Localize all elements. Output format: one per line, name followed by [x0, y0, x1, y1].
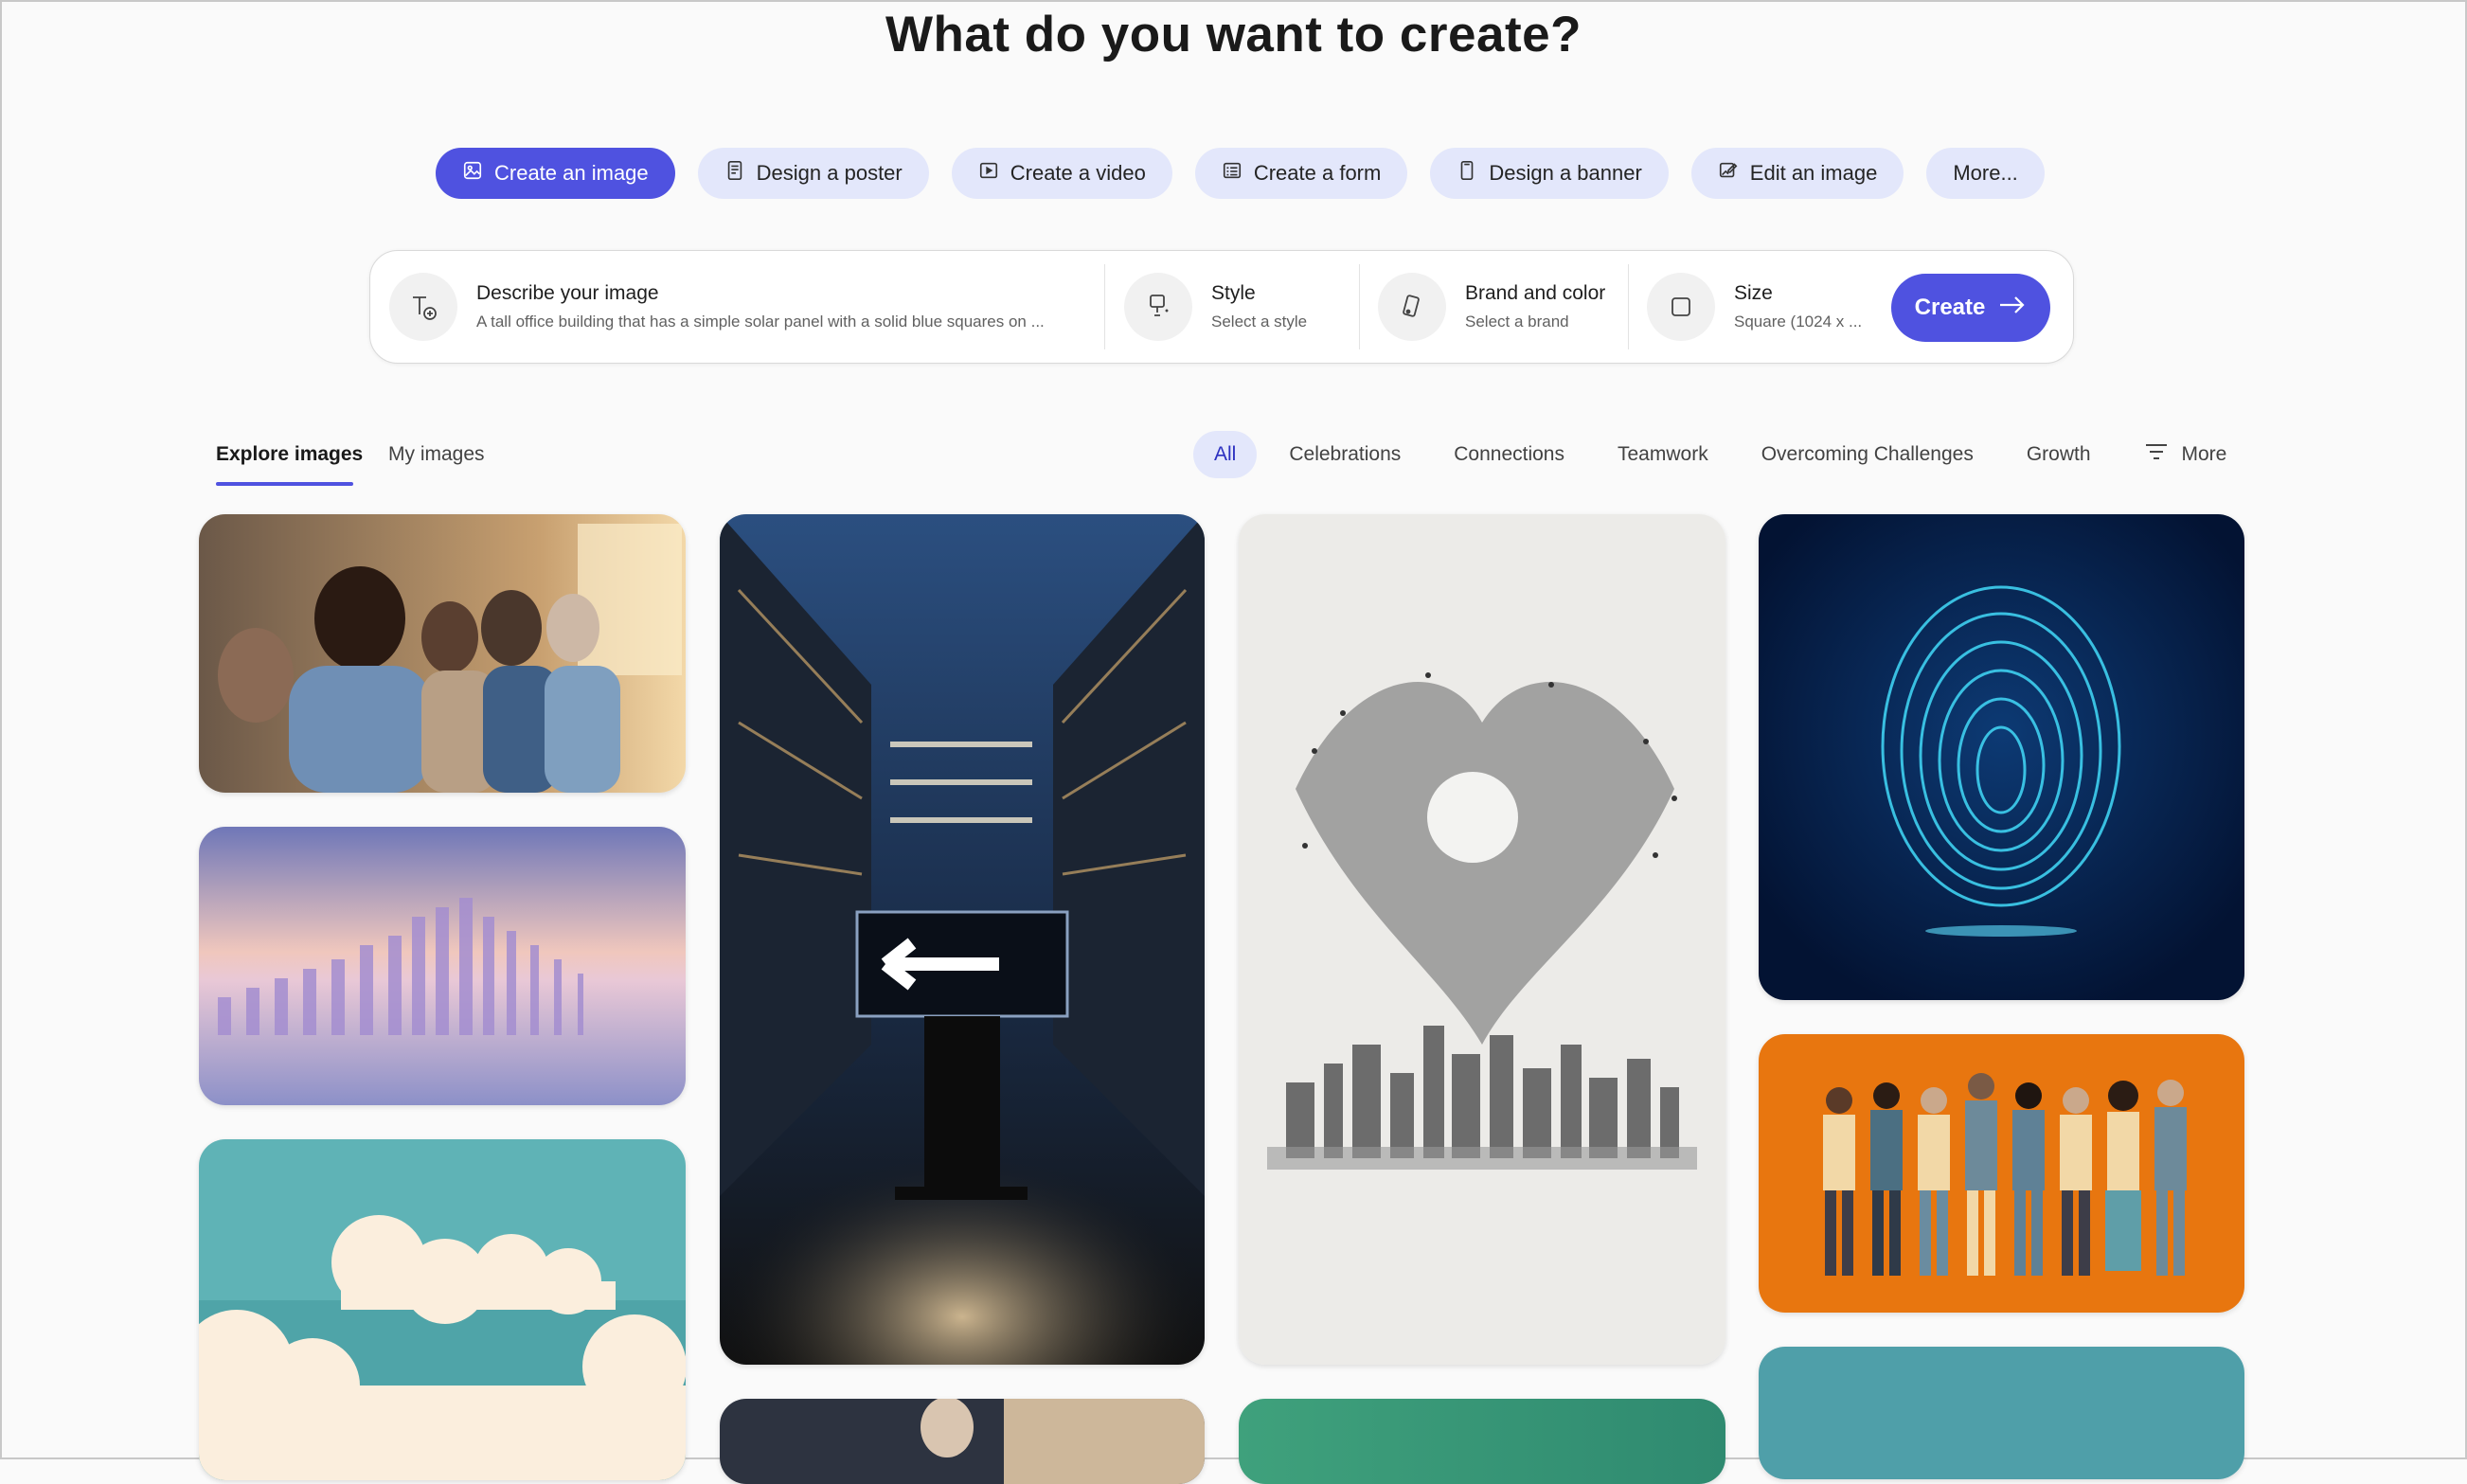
divider — [1104, 264, 1105, 349]
gallery-image-person-desk[interactable] — [720, 1399, 1205, 1484]
tab-edit-image[interactable]: Edit an image — [1690, 148, 1904, 199]
gallery-image-birds-heart-city[interactable] — [1239, 514, 1725, 1365]
gallery-image-audience-applauding[interactable] — [199, 514, 686, 793]
gallery-image-teal-abstract[interactable] — [1759, 1347, 2244, 1479]
tab-create-image[interactable]: Create an image — [436, 148, 675, 199]
filter-overcoming-challenges[interactable]: Overcoming Challenges — [1741, 431, 1994, 478]
brand-color-picker[interactable]: Brand and color Select a brand — [1378, 251, 1624, 363]
poster-icon — [724, 160, 745, 187]
filter-growth[interactable]: Growth — [2006, 431, 2112, 478]
tab-create-form[interactable]: Create a form — [1194, 148, 1408, 199]
tab-label: Edit an image — [1749, 161, 1878, 185]
filter-connections[interactable]: Connections — [1433, 431, 1585, 478]
gallery-image-clouds[interactable] — [199, 1139, 686, 1480]
tab-explore-images[interactable]: Explore images — [216, 443, 363, 466]
arrow-right-icon — [1998, 294, 2027, 323]
edit-image-icon — [1718, 160, 1739, 187]
create-button[interactable]: Create — [1891, 274, 2050, 342]
filter-celebrations[interactable]: Celebrations — [1268, 431, 1421, 478]
filter-all[interactable]: All — [1193, 431, 1258, 478]
gallery-image-office-atrium-arrow[interactable] — [720, 514, 1205, 1365]
describe-label: Describe your image — [476, 282, 659, 304]
tab-label: Create a form — [1253, 161, 1382, 185]
more-label: More — [2181, 443, 2227, 465]
square-icon — [1647, 273, 1715, 341]
divider — [1628, 264, 1629, 349]
gallery-image-fingerprint[interactable] — [1759, 514, 2244, 1000]
filter-icon — [2144, 441, 2182, 468]
style-brush-icon — [1124, 273, 1192, 341]
video-icon — [978, 160, 999, 187]
divider — [1359, 264, 1360, 349]
style-value: Select a style — [1211, 313, 1308, 331]
prompt-bar: Describe your image A tall office buildi… — [369, 250, 2074, 364]
size-label: Size — [1734, 282, 1773, 304]
tab-create-video[interactable]: Create a video — [951, 148, 1172, 199]
tab-design-banner[interactable]: Design a banner — [1430, 148, 1669, 199]
style-picker[interactable]: Style Select a style — [1124, 251, 1351, 363]
banner-icon — [1457, 160, 1477, 187]
page-title: What do you want to create? — [885, 7, 1582, 63]
active-tab-indicator — [216, 482, 353, 486]
tab-label: Design a poster — [756, 161, 903, 185]
text-add-icon — [389, 273, 457, 341]
filter-more-button[interactable]: More — [2123, 431, 2248, 478]
brand-icon — [1378, 273, 1446, 341]
form-icon — [1222, 160, 1242, 187]
gallery-image-green-texture[interactable] — [1239, 1399, 1725, 1484]
filter-chips: All Celebrations Connections Teamwork Ov… — [1193, 431, 2259, 478]
size-value: Square (1024 x ... — [1734, 313, 1863, 331]
filter-teamwork[interactable]: Teamwork — [1597, 431, 1729, 478]
tab-more[interactable]: More... — [1926, 148, 2045, 199]
creation-type-tabs: Create an image Design a poster Create a… — [436, 148, 2045, 199]
size-picker[interactable]: Size Square (1024 x ... — [1647, 251, 1874, 363]
describe-value: A tall office building that has a simple… — [476, 313, 1045, 331]
gallery-image-glass-bars[interactable] — [199, 827, 686, 1105]
image-icon — [462, 160, 483, 187]
tab-design-poster[interactable]: Design a poster — [697, 148, 929, 199]
create-label: Create — [1914, 295, 1986, 320]
tab-label: More... — [1953, 161, 2018, 185]
gallery-image-diverse-people[interactable] — [1759, 1034, 2244, 1313]
tab-my-images[interactable]: My images — [388, 443, 485, 466]
style-label: Style — [1211, 282, 1256, 304]
brand-label: Brand and color — [1465, 282, 1606, 304]
describe-image-field[interactable]: Describe your image A tall office buildi… — [389, 251, 1109, 363]
tab-label: Create an image — [494, 161, 649, 185]
tab-label: Design a banner — [1489, 161, 1642, 185]
brand-value: Select a brand — [1465, 313, 1569, 331]
tab-label: Create a video — [1010, 161, 1146, 185]
